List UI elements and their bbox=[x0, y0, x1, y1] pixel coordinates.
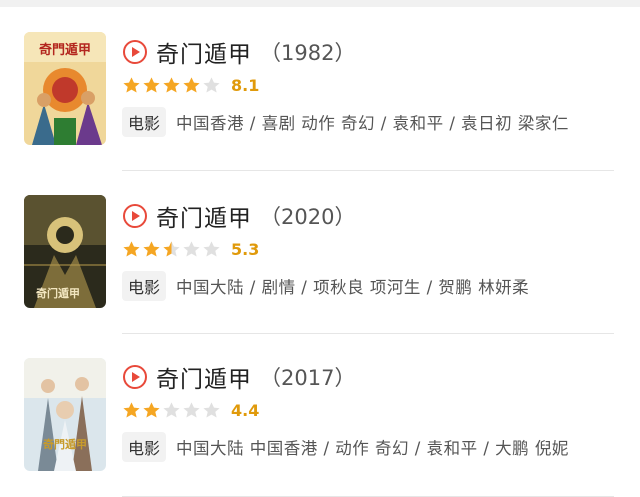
movie-meta: 中国香港 / 喜剧 动作 奇幻 / 袁和平 / 袁日初 梁家仁 bbox=[176, 114, 569, 133]
title-row[interactable]: 奇门遁甲 （1982） bbox=[122, 35, 569, 69]
star-empty-icon bbox=[203, 401, 220, 418]
play-circle-icon[interactable] bbox=[122, 39, 148, 65]
movie-title[interactable]: 奇门遁甲 bbox=[156, 35, 252, 69]
play-circle-icon[interactable] bbox=[122, 203, 148, 229]
star-empty-icon bbox=[163, 401, 180, 418]
movie-year: （2020） bbox=[260, 205, 356, 229]
poster-title-text: 奇門遁甲 bbox=[39, 42, 91, 58]
star-full-icon bbox=[143, 240, 160, 257]
play-circle-icon[interactable] bbox=[122, 364, 148, 390]
movie-info: 奇门遁甲 （1982） 8.1 电影 中国香港 / 喜剧 动作 奇幻 / 袁和平… bbox=[122, 35, 569, 137]
movie-poster[interactable]: 奇門遁甲 bbox=[24, 32, 106, 145]
star-full-icon bbox=[163, 76, 180, 93]
star-full-icon bbox=[123, 240, 140, 257]
star-half-icon bbox=[163, 240, 180, 257]
movie-title[interactable]: 奇门遁甲 bbox=[156, 360, 252, 394]
movie-card[interactable]: 奇门遁甲 奇门遁甲 （2020） 5.3 电影 中国大陆 / 剧情 / 项秋良 … bbox=[0, 171, 640, 333]
movie-poster[interactable]: 奇門遁甲 bbox=[24, 358, 106, 471]
star-full-icon bbox=[123, 76, 140, 93]
poster-title-text: 奇门遁甲 bbox=[36, 286, 80, 300]
movie-meta: 中国大陆 / 剧情 / 项秋良 项河生 / 贺鹏 林妍柔 bbox=[176, 278, 530, 297]
rating-score: 5.3 bbox=[231, 239, 260, 259]
top-bar bbox=[0, 0, 640, 7]
title-row[interactable]: 奇门遁甲 （2020） bbox=[122, 199, 529, 233]
star-full-icon bbox=[123, 401, 140, 418]
rating-row: 5.3 bbox=[122, 238, 529, 260]
star-rating bbox=[122, 240, 222, 259]
star-full-icon bbox=[143, 401, 160, 418]
rating-row: 4.4 bbox=[122, 399, 569, 421]
star-empty-icon bbox=[203, 76, 220, 93]
star-rating bbox=[122, 401, 222, 420]
movie-card[interactable]: 奇門遁甲 奇门遁甲 （1982） 8.1 电影 中国香港 / 喜剧 动作 奇幻 … bbox=[0, 7, 640, 169]
movie-info: 奇门遁甲 （2020） 5.3 电影 中国大陆 / 剧情 / 项秋良 项河生 /… bbox=[122, 199, 530, 301]
movie-meta: 中国大陆 中国香港 / 动作 奇幻 / 袁和平 / 大鹏 倪妮 bbox=[176, 439, 569, 458]
star-empty-icon bbox=[183, 240, 200, 257]
movie-year: （1982） bbox=[260, 41, 356, 65]
star-full-icon bbox=[143, 76, 160, 93]
star-empty-icon bbox=[203, 240, 220, 257]
star-full-icon bbox=[183, 76, 200, 93]
rating-score: 4.4 bbox=[231, 400, 260, 420]
poster-title-text: 奇門遁甲 bbox=[43, 437, 87, 451]
meta-row: 电影 中国大陆 / 剧情 / 项秋良 项河生 / 贺鹏 林妍柔 bbox=[122, 271, 530, 301]
rating-row: 8.1 bbox=[122, 74, 569, 96]
movie-title[interactable]: 奇门遁甲 bbox=[156, 199, 252, 233]
movie-year: （2017） bbox=[260, 366, 356, 390]
type-tag: 电影 bbox=[122, 271, 167, 301]
meta-row: 电影 中国香港 / 喜剧 动作 奇幻 / 袁和平 / 袁日初 梁家仁 bbox=[122, 107, 569, 137]
movie-info: 奇门遁甲 （2017） 4.4 电影 中国大陆 中国香港 / 动作 奇幻 / 袁… bbox=[122, 360, 569, 462]
type-tag: 电影 bbox=[122, 432, 167, 462]
movie-card[interactable]: 奇門遁甲 奇门遁甲 （2017） 4.4 电影 中国大陆 中国香港 / 动作 奇… bbox=[0, 334, 640, 496]
movie-poster[interactable]: 奇门遁甲 bbox=[24, 195, 106, 308]
star-rating bbox=[122, 76, 222, 95]
meta-row: 电影 中国大陆 中国香港 / 动作 奇幻 / 袁和平 / 大鹏 倪妮 bbox=[122, 432, 569, 462]
title-row[interactable]: 奇门遁甲 （2017） bbox=[122, 360, 569, 394]
star-empty-icon bbox=[183, 401, 200, 418]
rating-score: 8.1 bbox=[231, 75, 260, 95]
type-tag: 电影 bbox=[122, 107, 167, 137]
